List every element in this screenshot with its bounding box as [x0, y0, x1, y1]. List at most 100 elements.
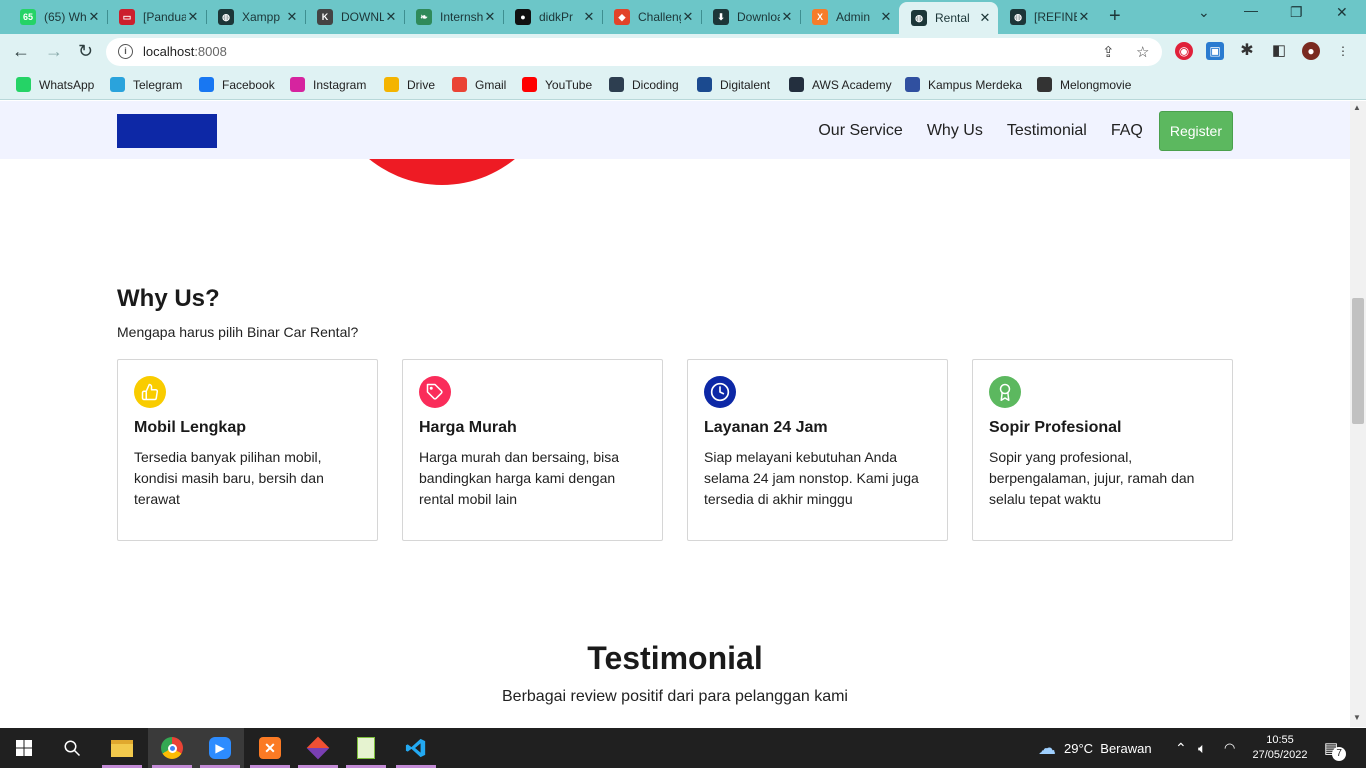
tab-close-icon[interactable]: ✕: [582, 9, 596, 25]
clock[interactable]: 10:55 27/05/2022: [1250, 728, 1310, 768]
url-text[interactable]: localhost:8008: [143, 44, 227, 59]
show-hidden-icons-chevron-icon[interactable]: ⌃: [1175, 728, 1187, 768]
zoom-icon[interactable]: ▶: [196, 728, 244, 768]
bookmark-item[interactable]: Digitalent: [697, 77, 770, 92]
browser-tab[interactable]: ❧ Internship✕: [404, 4, 503, 30]
address-bar[interactable]: i localhost:8008 ⇪ ☆: [106, 38, 1162, 66]
bookmark-item[interactable]: YouTube: [522, 77, 592, 92]
bookmark-item[interactable]: Facebook: [199, 77, 275, 92]
scroll-down-icon[interactable]: ▼: [1353, 713, 1361, 722]
browser-tab[interactable]: ◍ Rental ✕: [899, 2, 998, 34]
site-info-icon[interactable]: i: [118, 44, 133, 59]
extensions-puzzle-icon[interactable]: ✱: [1238, 42, 1256, 60]
telegram-icon: [110, 77, 125, 92]
bookmark-item[interactable]: Dicoding: [609, 77, 679, 92]
nav-our-service[interactable]: Our Service: [818, 122, 902, 140]
bookmark-item[interactable]: Kampus Merdeka: [905, 77, 1022, 92]
bookmark-item[interactable]: Drive: [384, 77, 435, 92]
vscode-icon[interactable]: [392, 728, 440, 768]
browser-tab[interactable]: K DOWNLOAD✕: [305, 4, 404, 30]
nav-faq[interactable]: FAQ: [1111, 122, 1143, 140]
globe-icon: ◍: [911, 10, 927, 26]
tab-title: Xampp: [242, 10, 281, 24]
side-panel-icon[interactable]: ◧: [1270, 42, 1288, 60]
notepad-plus-icon[interactable]: [342, 728, 390, 768]
tab-close-icon[interactable]: ✕: [384, 9, 398, 25]
tab-title: didkPr: [539, 10, 574, 24]
profile-avatar[interactable]: ●: [1302, 42, 1320, 60]
drive-icon: [384, 77, 399, 92]
register-button[interactable]: Register: [1158, 111, 1233, 151]
search-icon[interactable]: [48, 728, 96, 768]
notification-center-icon[interactable]: ▤ 7: [1324, 728, 1347, 768]
browser-tab[interactable]: ⬇ Download✕: [701, 4, 800, 30]
bookmark-item[interactable]: AWS Academy: [789, 77, 892, 92]
browser-tab[interactable]: ● didkPr ✕: [503, 4, 602, 30]
tab-close-icon[interactable]: ✕: [186, 9, 200, 25]
restore-button[interactable]: ❐: [1290, 4, 1303, 21]
tab-title: Rental: [935, 11, 970, 25]
testimonial-subtitle: Berbagai review positif dari para pelang…: [502, 688, 848, 705]
page-scrollbar[interactable]: ▲ ▼: [1350, 101, 1366, 727]
git-icon[interactable]: [294, 728, 342, 768]
site-logo[interactable]: [117, 114, 217, 148]
github-icon: ●: [515, 9, 531, 25]
tab-close-icon[interactable]: ✕: [681, 9, 695, 25]
bookmark-label: Drive: [407, 77, 436, 92]
bookmark-label: Melongmovie: [1060, 77, 1132, 92]
tab-close-icon[interactable]: ✕: [1077, 9, 1091, 25]
tab-close-icon[interactable]: ✕: [780, 9, 794, 25]
nav-why-us[interactable]: Why Us: [927, 122, 983, 140]
reload-icon[interactable]: ↻: [78, 41, 93, 62]
feather-icon: ❧: [416, 9, 432, 25]
back-arrow-icon[interactable]: ←: [12, 41, 30, 62]
tab-close-icon[interactable]: ✕: [483, 9, 497, 25]
thumbs-up-icon: [134, 376, 166, 408]
xampp-icon[interactable]: ✕: [246, 728, 294, 768]
browser-tab[interactable]: ▭ [Panduan✕: [107, 4, 206, 30]
instagram-icon: [290, 77, 305, 92]
bookmark-label: Digitalent: [720, 77, 771, 92]
chrome-icon[interactable]: [148, 728, 196, 768]
start-icon[interactable]: [0, 728, 48, 768]
tab-search-chevron-icon[interactable]: ⌄: [1198, 4, 1210, 21]
tab-close-icon[interactable]: ✕: [285, 9, 299, 25]
why-us-heading: Why Us?: [117, 285, 220, 312]
tab-close-icon[interactable]: ✕: [87, 9, 101, 25]
speaker-icon[interactable]: 🔈︎: [1198, 728, 1206, 768]
tab-close-icon[interactable]: ✕: [978, 10, 992, 26]
bookmark-star-icon[interactable]: ☆: [1136, 43, 1149, 61]
menu-kebab-icon[interactable]: ⋮: [1334, 42, 1352, 60]
bookmark-item[interactable]: Instagram: [290, 77, 366, 92]
browser-tab[interactable]: ◍ Xampp ✕: [206, 4, 305, 30]
download-site-icon: K: [317, 9, 333, 25]
tab-title: [REFINE: [1034, 10, 1077, 24]
close-window-button[interactable]: ✕: [1336, 4, 1348, 21]
bookmark-label: WhatsApp: [39, 77, 95, 92]
tab-close-icon[interactable]: ✕: [879, 9, 893, 25]
extension-red-icon[interactable]: ◉: [1175, 42, 1193, 60]
wifi-icon[interactable]: ◠: [1224, 728, 1235, 768]
bookmark-item[interactable]: WhatsApp: [16, 77, 94, 92]
new-tab-button[interactable]: +: [1109, 5, 1121, 28]
minimize-button[interactable]: —: [1244, 2, 1258, 18]
browser-tab[interactable]: X Admin ✕: [800, 4, 899, 30]
weather-widget[interactable]: ☁ 29°C Berawan: [1038, 728, 1152, 768]
browser-tab[interactable]: ◍ [REFINE ✕: [998, 4, 1097, 30]
scrollbar-thumb[interactable]: [1352, 298, 1364, 424]
bookmark-item[interactable]: Gmail: [452, 77, 506, 92]
xampp-icon: X: [812, 9, 828, 25]
browser-tab[interactable]: 65 (65) WhatsApp✕: [8, 4, 107, 30]
file-explorer-icon[interactable]: [98, 728, 146, 768]
bookmark-item[interactable]: Melongmovie: [1037, 77, 1131, 92]
youtube-icon: [522, 77, 537, 92]
tab-title: (65) WhatsApp: [44, 10, 87, 24]
scroll-up-icon[interactable]: ▲: [1353, 103, 1361, 112]
extension-camera-icon[interactable]: ▣: [1206, 42, 1224, 60]
share-icon[interactable]: ⇪: [1102, 43, 1115, 61]
price-tag-icon: [419, 376, 451, 408]
nav-testimonial[interactable]: Testimonial: [1007, 122, 1087, 140]
bookmark-item[interactable]: Telegram: [110, 77, 182, 92]
forward-arrow-icon[interactable]: →: [45, 41, 63, 62]
browser-tab[interactable]: ◆ Challenge✕: [602, 4, 701, 30]
